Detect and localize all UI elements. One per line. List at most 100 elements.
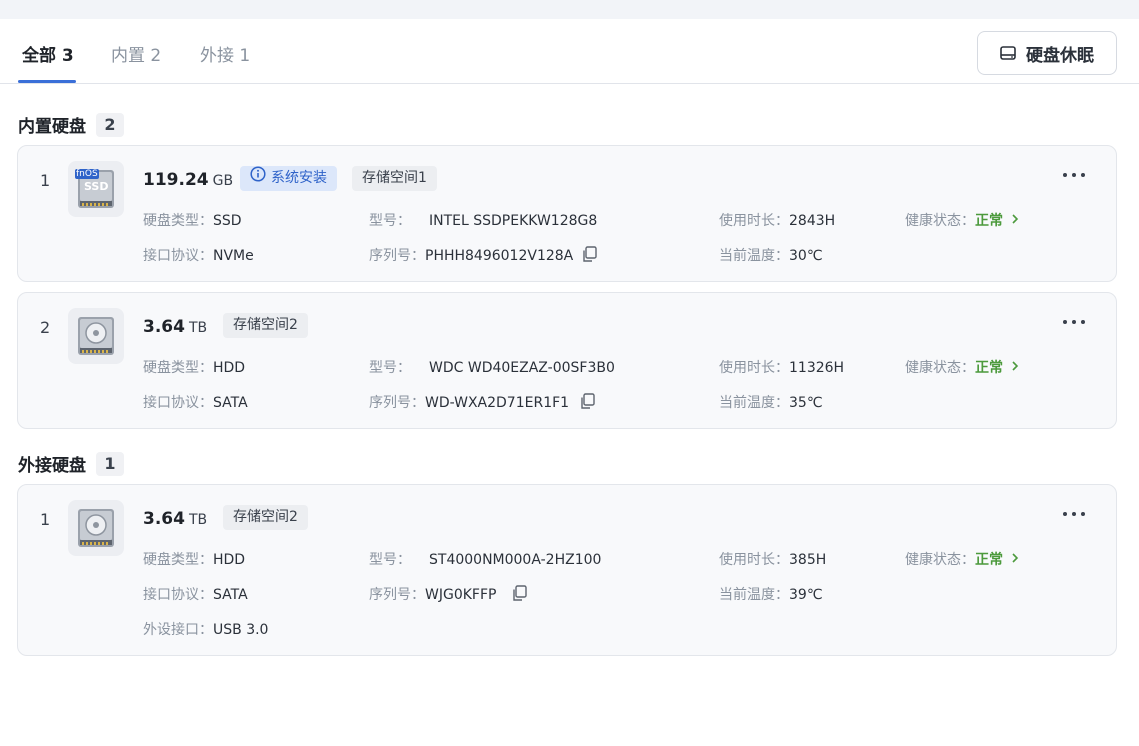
disk-type-field: 硬盘类型：SSD — [143, 210, 242, 230]
serial-value: PHHH8496012V128A — [425, 248, 574, 264]
usage-label: 使用时长： — [719, 552, 789, 568]
disk-capacity: 119.24 GB — [143, 170, 233, 190]
internal-disks-heading: 内置硬盘 2 — [18, 112, 124, 137]
disk-type-value: HDD — [213, 552, 246, 568]
ssd-icon: fnOS SSD — [68, 161, 124, 217]
serial-value: WJG0KFFP — [425, 587, 497, 603]
ssd-icon-label: SSD — [84, 180, 109, 193]
tab-external-count: 1 — [239, 46, 251, 66]
system-tag-label: 系统安装 — [271, 170, 327, 186]
tab-external[interactable]: 外接 1 — [200, 41, 250, 66]
usage-field: 使用时长：2843H — [719, 210, 835, 230]
disk-capacity: 3.64 TB — [143, 317, 207, 337]
external-port-field: 外设接口：USB 3.0 — [143, 619, 268, 639]
disk-filter-tabs: 全部 3 内置 2 外接 1 — [0, 19, 1139, 84]
chevron-right-icon[interactable] — [1011, 213, 1019, 229]
model-field: 型号： WDC WD40EZAZ-00SF3B0 — [369, 357, 615, 377]
model-label: 型号： — [369, 552, 411, 568]
temperature-field: 当前温度：39℃ — [719, 584, 823, 604]
external-disks-heading: 外接硬盘 1 — [18, 451, 124, 476]
interface-field: 接口协议：SATA — [143, 392, 248, 412]
tab-internal-label: 内置 — [111, 46, 145, 66]
health-field[interactable]: 健康状态：正常 — [905, 357, 1019, 377]
model-label: 型号： — [369, 360, 411, 376]
model-value: INTEL SSDPEKKW128G8 — [429, 213, 598, 229]
chevron-right-icon[interactable] — [1011, 360, 1019, 376]
more-options-icon[interactable] — [1063, 506, 1085, 522]
model-value: WDC WD40EZAZ-00SF3B0 — [429, 360, 615, 376]
tab-internal-count: 2 — [150, 46, 162, 66]
serial-field: 序列号：WD-WXA2D71ER1F1 — [369, 392, 569, 412]
health-field[interactable]: 健康状态：正常 — [905, 210, 1019, 230]
more-options-icon[interactable] — [1063, 167, 1085, 183]
hdd-icon — [68, 308, 124, 364]
external-port-label: 外设接口： — [143, 622, 213, 638]
hdd-icon — [68, 500, 124, 556]
capacity-unit: TB — [188, 320, 208, 336]
temperature-value: 35℃ — [789, 395, 823, 411]
interface-field: 接口协议：NVMe — [143, 245, 254, 265]
disk-index: 1 — [40, 171, 51, 190]
temperature-label: 当前温度： — [719, 587, 789, 603]
disk-index: 2 — [40, 318, 51, 337]
disk-capacity: 3.64 TB — [143, 509, 207, 529]
health-field[interactable]: 健康状态：正常 — [905, 549, 1019, 569]
copy-icon[interactable] — [511, 585, 527, 606]
more-options-icon[interactable] — [1063, 314, 1085, 330]
disk-drive-icon — [1000, 46, 1016, 60]
usage-field: 使用时长：385H — [719, 549, 826, 569]
interface-label: 接口协议： — [143, 248, 213, 264]
serial-label: 序列号： — [369, 248, 425, 264]
temperature-field: 当前温度：30℃ — [719, 245, 823, 265]
internal-disks-count: 2 — [96, 112, 124, 137]
interface-field: 接口协议：SATA — [143, 584, 248, 604]
disk-index: 1 — [40, 510, 51, 529]
tab-all-label: 全部 — [22, 46, 56, 66]
info-icon — [250, 166, 266, 191]
health-label: 健康状态： — [905, 552, 975, 568]
copy-icon[interactable] — [579, 393, 595, 414]
interface-label: 接口协议： — [143, 395, 213, 411]
disk-card[interactable]: 2 3.64 TB 存储空间2 硬盘类型：HDD 型号： WDC WD40EZAZ-… — [17, 292, 1117, 429]
tab-all-count: 3 — [61, 46, 74, 66]
external-disks-title: 外接硬盘 — [18, 456, 86, 476]
usage-value: 11326H — [789, 360, 845, 376]
capacity-unit: GB — [212, 173, 234, 189]
usage-label: 使用时长： — [719, 213, 789, 229]
top-band — [0, 0, 1139, 19]
health-value: 正常 — [975, 360, 1003, 376]
disk-card[interactable]: 1 3.64 TB 存储空间2 硬盘类型：HDD 型号： ST4000NM000A-… — [17, 484, 1117, 656]
interface-label: 接口协议： — [143, 587, 213, 603]
tab-external-label: 外接 — [200, 46, 234, 66]
system-install-tag: 系统安装 — [240, 166, 337, 191]
disk-type-field: 硬盘类型：HDD — [143, 549, 245, 569]
disk-sleep-label: 硬盘休眠 — [1026, 45, 1094, 66]
active-tab-indicator — [18, 80, 76, 83]
tab-internal[interactable]: 内置 2 — [111, 41, 161, 66]
disk-type-label: 硬盘类型： — [143, 213, 213, 229]
chevron-right-icon[interactable] — [1011, 552, 1019, 568]
copy-icon[interactable] — [581, 246, 597, 267]
disk-type-value: HDD — [213, 360, 246, 376]
usage-value: 2843H — [789, 213, 836, 229]
interface-value: SATA — [213, 587, 248, 603]
disk-sleep-button[interactable]: 硬盘休眠 — [977, 31, 1117, 75]
model-field: 型号： INTEL SSDPEKKW128G8 — [369, 210, 597, 230]
health-label: 健康状态： — [905, 360, 975, 376]
disk-type-label: 硬盘类型： — [143, 360, 213, 376]
capacity-value: 3.64 — [143, 317, 185, 337]
temperature-value: 30℃ — [789, 248, 823, 264]
storage-pool-tag: 存储空间1 — [352, 166, 437, 191]
usage-value: 385H — [789, 552, 827, 568]
health-label: 健康状态： — [905, 213, 975, 229]
capacity-unit: TB — [188, 512, 208, 528]
health-value: 正常 — [975, 552, 1003, 568]
temperature-label: 当前温度： — [719, 248, 789, 264]
model-value: ST4000NM000A-2HZ100 — [429, 552, 602, 568]
tab-all[interactable]: 全部 3 — [22, 41, 74, 66]
interface-value: NVMe — [213, 248, 254, 264]
internal-disks-title: 内置硬盘 — [18, 117, 86, 137]
disk-card[interactable]: 1 fnOS SSD 119.24 GB 系统安装 存储空间1 硬盘类型：SSD … — [17, 145, 1117, 282]
external-disks-count: 1 — [96, 451, 124, 476]
serial-label: 序列号： — [369, 587, 425, 603]
